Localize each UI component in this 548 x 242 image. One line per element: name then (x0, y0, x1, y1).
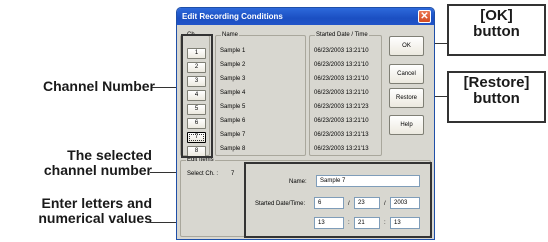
date-cell: 06/23/2003 13:21'10 (314, 90, 369, 96)
select-ch-value: 7 (231, 171, 235, 177)
leader-line (152, 87, 179, 88)
date-cell: 06/23/2003 13:21'13 (314, 132, 369, 138)
callout-channel-number: Channel Number (42, 78, 155, 94)
name-cell: Sample 2 (220, 62, 246, 68)
callout-restore-button: [Restore] button (447, 74, 546, 108)
callout-selected-channel: The selected channel number (0, 147, 152, 179)
callout-line: button (473, 23, 520, 41)
date-cell: 06/23/2003 13:21'23 (314, 104, 369, 110)
date-cell: 06/23/2003 13:21'10 (314, 48, 369, 54)
ok-button[interactable]: OK (389, 36, 424, 56)
restore-button[interactable]: Restore (389, 88, 424, 108)
name-cell: Sample 4 (220, 90, 246, 96)
highlight-channel-buttons (181, 34, 213, 158)
highlight-edit-fields (244, 162, 432, 238)
close-icon: ✕ (420, 11, 429, 22)
select-ch-label: Select Ch. : (187, 171, 219, 177)
callout-line: [Restore] (463, 74, 530, 91)
callout-line: numerical values (38, 210, 152, 227)
name-cell: Sample 6 (220, 118, 246, 124)
name-cell: Sample 8 (220, 146, 246, 152)
callout-line: The selected (67, 147, 152, 163)
dialog-title: Edit Recording Conditions (182, 12, 283, 21)
close-button[interactable]: ✕ (418, 10, 431, 23)
callout-line: channel number (43, 162, 152, 179)
cancel-button[interactable]: Cancel (389, 64, 424, 84)
callout-line: [OK] (480, 7, 513, 24)
name-cell: Sample 1 (220, 48, 246, 54)
name-header: Name (221, 32, 240, 38)
date-header: Started Date / Time (315, 32, 369, 38)
name-cell: Sample 7 (220, 132, 246, 138)
date-cell: 06/23/2003 13:21'10 (314, 118, 369, 124)
help-button[interactable]: Help (389, 115, 424, 135)
dialog-titlebar: Edit Recording Conditions ✕ (177, 8, 434, 25)
name-cell: Sample 3 (220, 76, 246, 82)
callout-line: Enter letters and (41, 195, 152, 211)
date-cell: 06/23/2003 13:21'13 (314, 146, 369, 152)
callout-enter-values: Enter letters and numerical values (0, 195, 152, 227)
callout-ok-button: [OK] button (447, 7, 546, 41)
date-cell: 06/23/2003 13:21'10 (314, 62, 369, 68)
name-cell: Sample 5 (220, 104, 246, 110)
callout-line: button (473, 90, 520, 108)
date-cell: 06/23/2003 13:21'10 (314, 76, 369, 82)
